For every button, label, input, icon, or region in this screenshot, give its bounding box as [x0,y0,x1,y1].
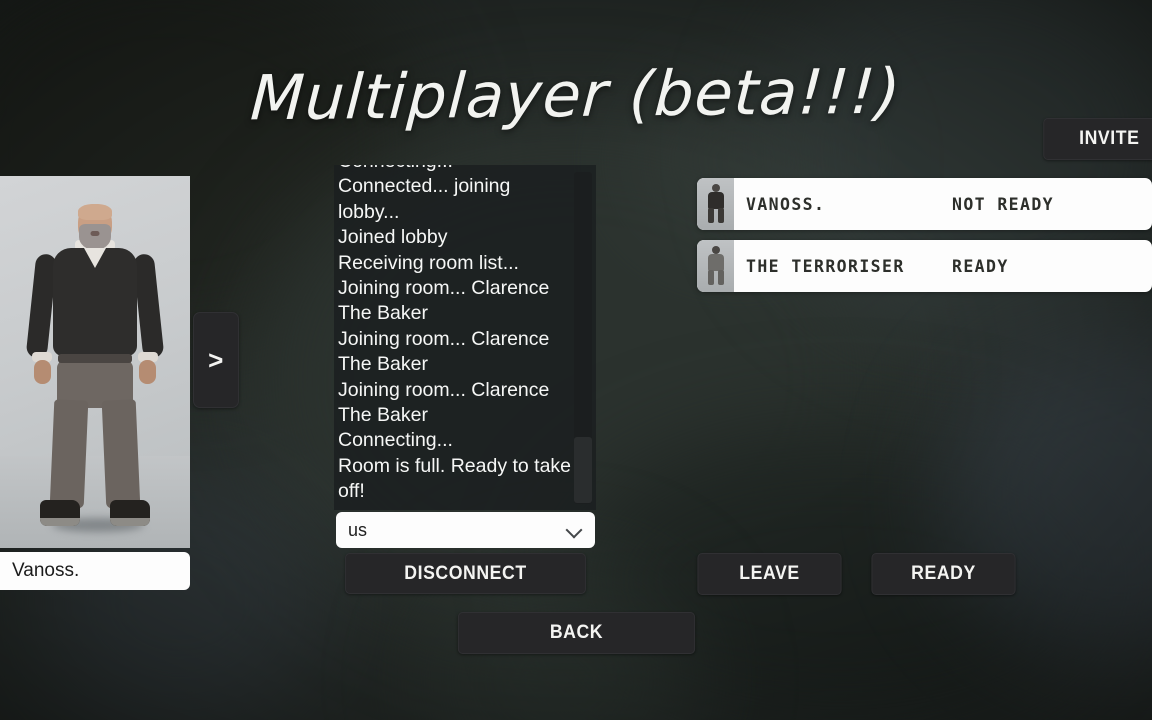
log-scrollbar-thumb[interactable] [574,437,592,503]
character-model [25,204,165,534]
player-name: THE TERRORISER [746,256,905,276]
log-line: Receiving room list... [338,251,519,274]
player-avatar [697,178,734,230]
invite-button[interactable]: INVITE [1043,118,1152,160]
back-button[interactable]: BACK [457,612,696,654]
log-line: Joining room... Clarence The Baker [338,327,550,376]
log-scrollbar-track[interactable] [574,172,592,504]
player-status: NOT READY [952,194,1055,214]
disconnect-button[interactable]: DISCONNECT [345,553,586,594]
chevron-down-icon [567,522,583,538]
connection-log-panel: Connecting...Connected... joining lobby.… [334,165,596,510]
player-avatar [697,240,734,292]
player-name: VANOSS. [746,194,826,214]
leave-button-label: LEAVE [739,563,800,584]
page-title: Multiplayer (beta!!!) [248,54,904,135]
back-button-label: BACK [549,622,604,643]
player-row[interactable]: VANOSS. NOT READY [697,178,1152,230]
log-line: Connecting... [338,165,574,174]
log-line: Joining room... Clarence The Baker [338,378,550,427]
player-status: READY [952,256,1009,276]
character-preview [0,176,190,548]
invite-button-label: INVITE [1079,128,1140,149]
region-select-value: us [348,519,368,540]
disconnect-button-label: DISCONNECT [404,562,527,584]
next-character-button[interactable]: > [193,312,239,408]
log-line: Joined lobby [338,226,448,249]
ready-button[interactable]: READY [871,553,1016,595]
ready-button-label: READY [911,563,976,584]
player-name-input[interactable] [0,552,190,590]
leave-button[interactable]: LEAVE [697,553,842,595]
log-line: Connected... joining lobby... [338,175,511,223]
chevron-right-icon: > [208,344,224,375]
connection-log-list: Connecting...Connected... joining lobby.… [338,165,574,505]
player-row[interactable]: THE TERRORISER READY [697,240,1152,292]
log-line: Connecting... [338,429,453,452]
log-line: Room is full. Ready to take off! [338,454,572,503]
log-line: Joining room... Clarence The Baker [338,277,550,325]
region-select[interactable]: us [336,512,595,548]
